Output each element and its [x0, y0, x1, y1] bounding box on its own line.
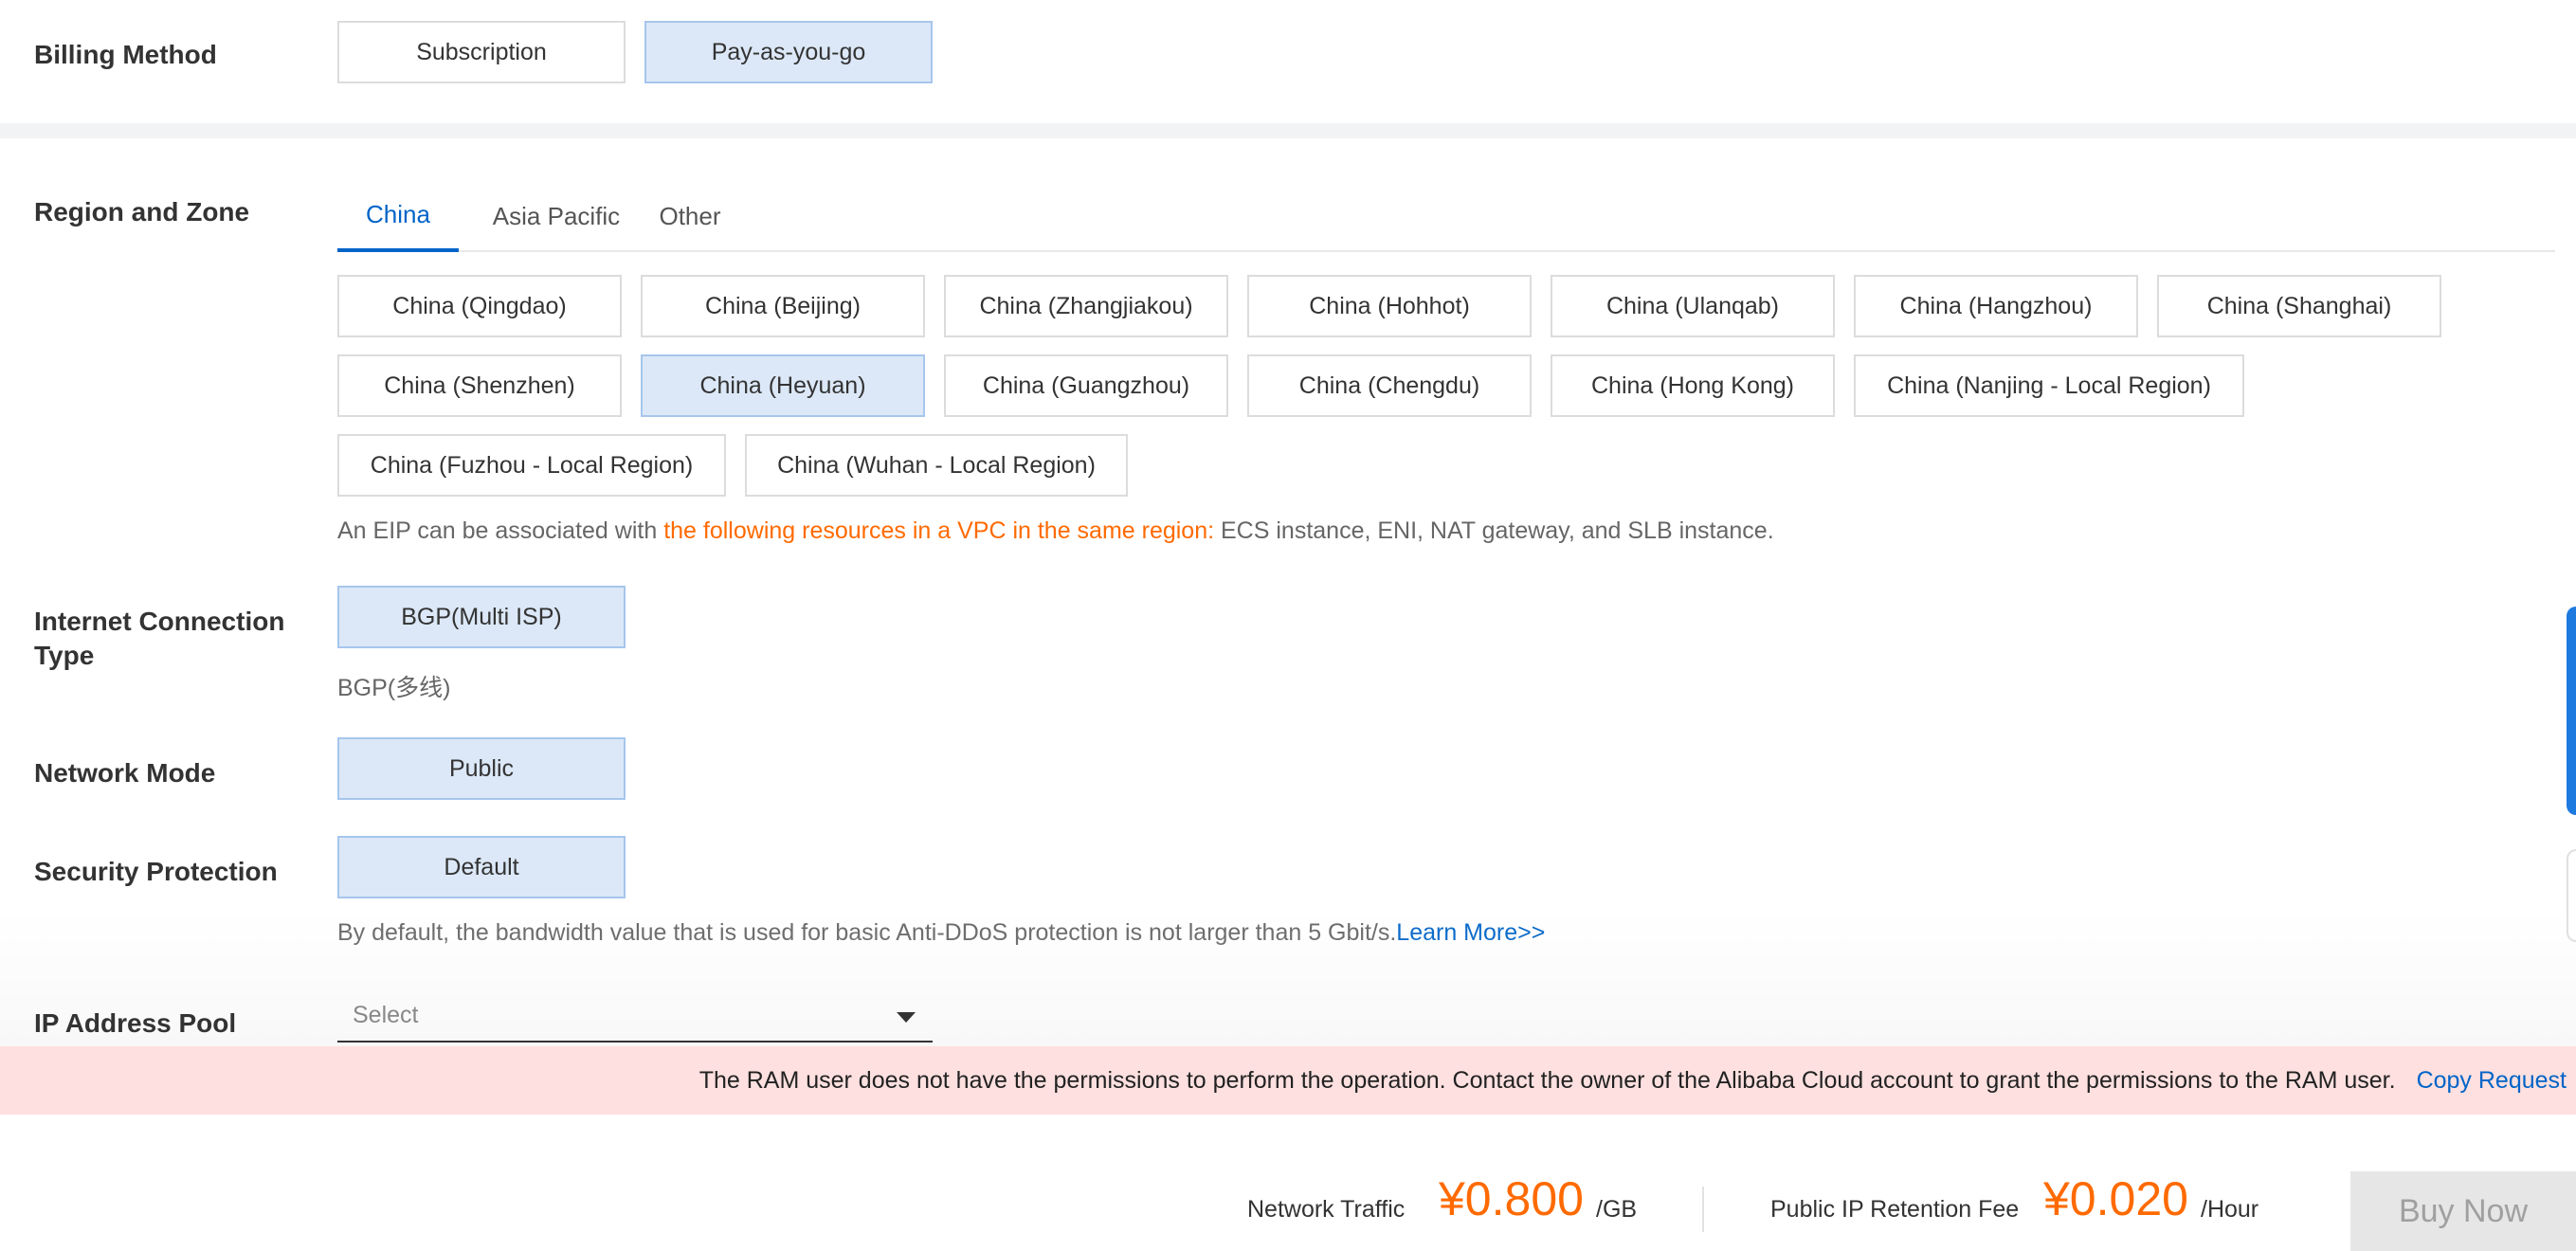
tab-asia-pacific[interactable]: Asia Pacific: [485, 180, 627, 252]
learn-more-link[interactable]: Learn More>>: [1396, 919, 1545, 946]
price-footer: Network Traffic ¥0.800 /GB Public IP Ret…: [0, 1115, 2576, 1251]
retention-fee-price: ¥0.020: [2043, 1172, 2188, 1225]
floating-widget-edge-secondary[interactable]: [2567, 849, 2576, 942]
network-mode-label: Network Mode: [34, 758, 216, 788]
zone-qingdao[interactable]: China (Qingdao): [337, 275, 622, 337]
eip-note-suffix: ECS instance, ENI, NAT gateway, and SLB …: [1214, 517, 1774, 544]
floating-widget-edge[interactable]: [2567, 607, 2576, 815]
zone-shenzhen[interactable]: China (Shenzhen): [337, 354, 622, 417]
tab-china[interactable]: China: [337, 180, 459, 252]
zone-fuzhou[interactable]: China (Fuzhou - Local Region): [337, 434, 726, 497]
permission-error-banner: The RAM user does not have the permissio…: [0, 1046, 2576, 1115]
connection-type-label: Internet Connection Type: [34, 607, 285, 670]
billing-section: Billing Method Subscription Pay-as-you-g…: [0, 0, 2576, 123]
permission-error-message: The RAM user does not have the permissio…: [698, 1066, 2396, 1094]
caret-down-icon: [897, 1012, 916, 1023]
network-traffic-unit: /GB: [1596, 1196, 1638, 1223]
ip-address-pool-label: IP Address Pool: [34, 1008, 237, 1038]
network-traffic-price: ¥0.800: [1439, 1172, 1584, 1225]
region-tabs: China Asia Pacific Other: [337, 180, 2555, 252]
tab-other[interactable]: Other: [652, 180, 728, 252]
public-option[interactable]: Public: [337, 737, 626, 800]
section-divider: [0, 123, 2576, 138]
network-traffic-label: Network Traffic: [1247, 1196, 1406, 1223]
zone-nanjing[interactable]: China (Nanjing - Local Region): [1854, 354, 2244, 417]
zone-ulanqab[interactable]: China (Ulanqab): [1551, 275, 1835, 337]
region-zone-label: Region and Zone: [34, 197, 250, 227]
bgp-note: BGP(多线): [337, 675, 451, 701]
zone-hangzhou[interactable]: China (Hangzhou): [1854, 275, 2138, 337]
billing-method-label: Billing Method: [34, 40, 217, 69]
pay-as-you-go-option[interactable]: Pay-as-you-go: [644, 21, 933, 83]
buy-now-button[interactable]: Buy Now: [2350, 1171, 2576, 1251]
security-protection-label: Security Protection: [34, 857, 278, 886]
ip-address-pool-select[interactable]: Select: [337, 989, 933, 1042]
anti-ddos-note-text: By default, the bandwidth value that is …: [337, 919, 1397, 946]
anti-ddos-note: By default, the bandwidth value that is …: [337, 919, 1545, 947]
footer-divider: [1702, 1187, 1704, 1232]
copy-request-link[interactable]: Copy Request: [2417, 1067, 2567, 1095]
zone-shanghai[interactable]: China (Shanghai): [2157, 275, 2441, 337]
subscription-option[interactable]: Subscription: [337, 21, 626, 83]
zone-hohhot[interactable]: China (Hohhot): [1247, 275, 1532, 337]
default-protection-option[interactable]: Default: [337, 836, 626, 898]
bgp-multi-isp-option[interactable]: BGP(Multi ISP): [337, 586, 626, 648]
retention-fee-unit: /Hour: [2201, 1196, 2259, 1223]
eip-note-prefix: An EIP can be associated with: [337, 517, 664, 544]
eip-note-highlight: the following resources in a VPC in the …: [663, 517, 1215, 544]
retention-fee-label: Public IP Retention Fee: [1770, 1196, 2020, 1223]
ip-pool-placeholder: Select: [353, 1001, 419, 1028]
zone-beijing[interactable]: China (Beijing): [641, 275, 925, 337]
zone-guangzhou[interactable]: China (Guangzhou): [944, 354, 1228, 417]
zone-wuhan[interactable]: China (Wuhan - Local Region): [745, 434, 1128, 497]
zone-heyuan[interactable]: China (Heyuan): [641, 354, 925, 417]
zone-chengdu[interactable]: China (Chengdu): [1247, 354, 1532, 417]
zone-zhangjiakou[interactable]: China (Zhangjiakou): [944, 275, 1228, 337]
zone-hong-kong[interactable]: China (Hong Kong): [1551, 354, 1835, 417]
eip-association-note: An EIP can be associated with the follow…: [337, 517, 1774, 545]
